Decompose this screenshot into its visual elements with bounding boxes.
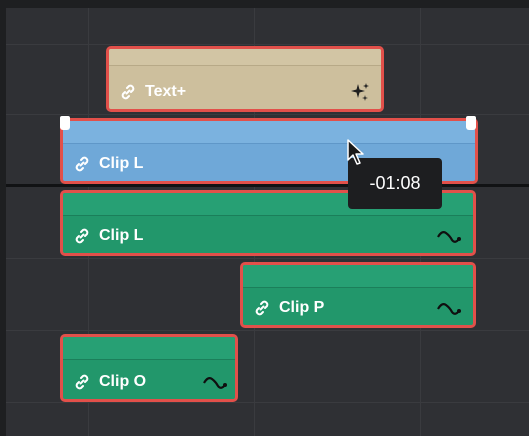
timeline-top-edge — [0, 0, 529, 8]
track-divider — [6, 402, 529, 403]
track-separator-line — [6, 184, 529, 187]
clip-label-group: Text+ — [119, 83, 186, 101]
clip-header — [243, 265, 473, 287]
clip-header — [109, 49, 381, 65]
link-icon — [255, 300, 269, 316]
clip-divider — [243, 287, 473, 288]
clip-label-group: Clip P — [253, 299, 324, 317]
clip-divider — [63, 215, 473, 216]
track-divider — [6, 330, 529, 331]
text-plus-clip[interactable]: Text+ — [106, 46, 384, 112]
timeline-left-edge — [0, 0, 6, 436]
clip-divider — [63, 359, 235, 360]
track-divider — [6, 114, 529, 115]
clip-label: Text+ — [145, 83, 187, 100]
clip-divider — [63, 143, 475, 144]
clip-label-group: Clip O — [73, 373, 146, 391]
clip-divider — [109, 65, 381, 66]
track-divider — [6, 258, 529, 259]
track-divider — [6, 44, 529, 45]
clip-label: Clip P — [279, 299, 325, 316]
clip-header — [63, 121, 475, 143]
trim-handle-left[interactable] — [60, 116, 70, 130]
link-icon — [75, 156, 89, 172]
clip-label: Clip L — [99, 155, 144, 172]
audio-curve-icon — [437, 303, 461, 315]
link-icon — [75, 374, 89, 390]
clip-p[interactable]: Clip P — [240, 262, 476, 328]
sparkle-icon — [351, 83, 369, 101]
clip-label: Clip O — [99, 373, 147, 390]
trim-handle-right[interactable] — [466, 116, 476, 130]
audio-curve-icon — [203, 377, 227, 389]
timeline[interactable]: Text+ Clip L Clip L Clip P Clip O -01:08 — [0, 0, 529, 436]
trim-offset-timecode: -01:08 — [369, 173, 421, 193]
clip-label: Clip L — [99, 227, 144, 244]
clip-label-group: Clip L — [73, 227, 143, 245]
clip-header — [63, 337, 235, 359]
link-icon — [75, 228, 89, 244]
clip-label-group: Clip L — [73, 155, 143, 173]
link-icon — [121, 84, 135, 100]
clip-o[interactable]: Clip O — [60, 334, 238, 402]
mouse-cursor-icon — [347, 139, 364, 165]
audio-curve-icon — [437, 231, 461, 243]
